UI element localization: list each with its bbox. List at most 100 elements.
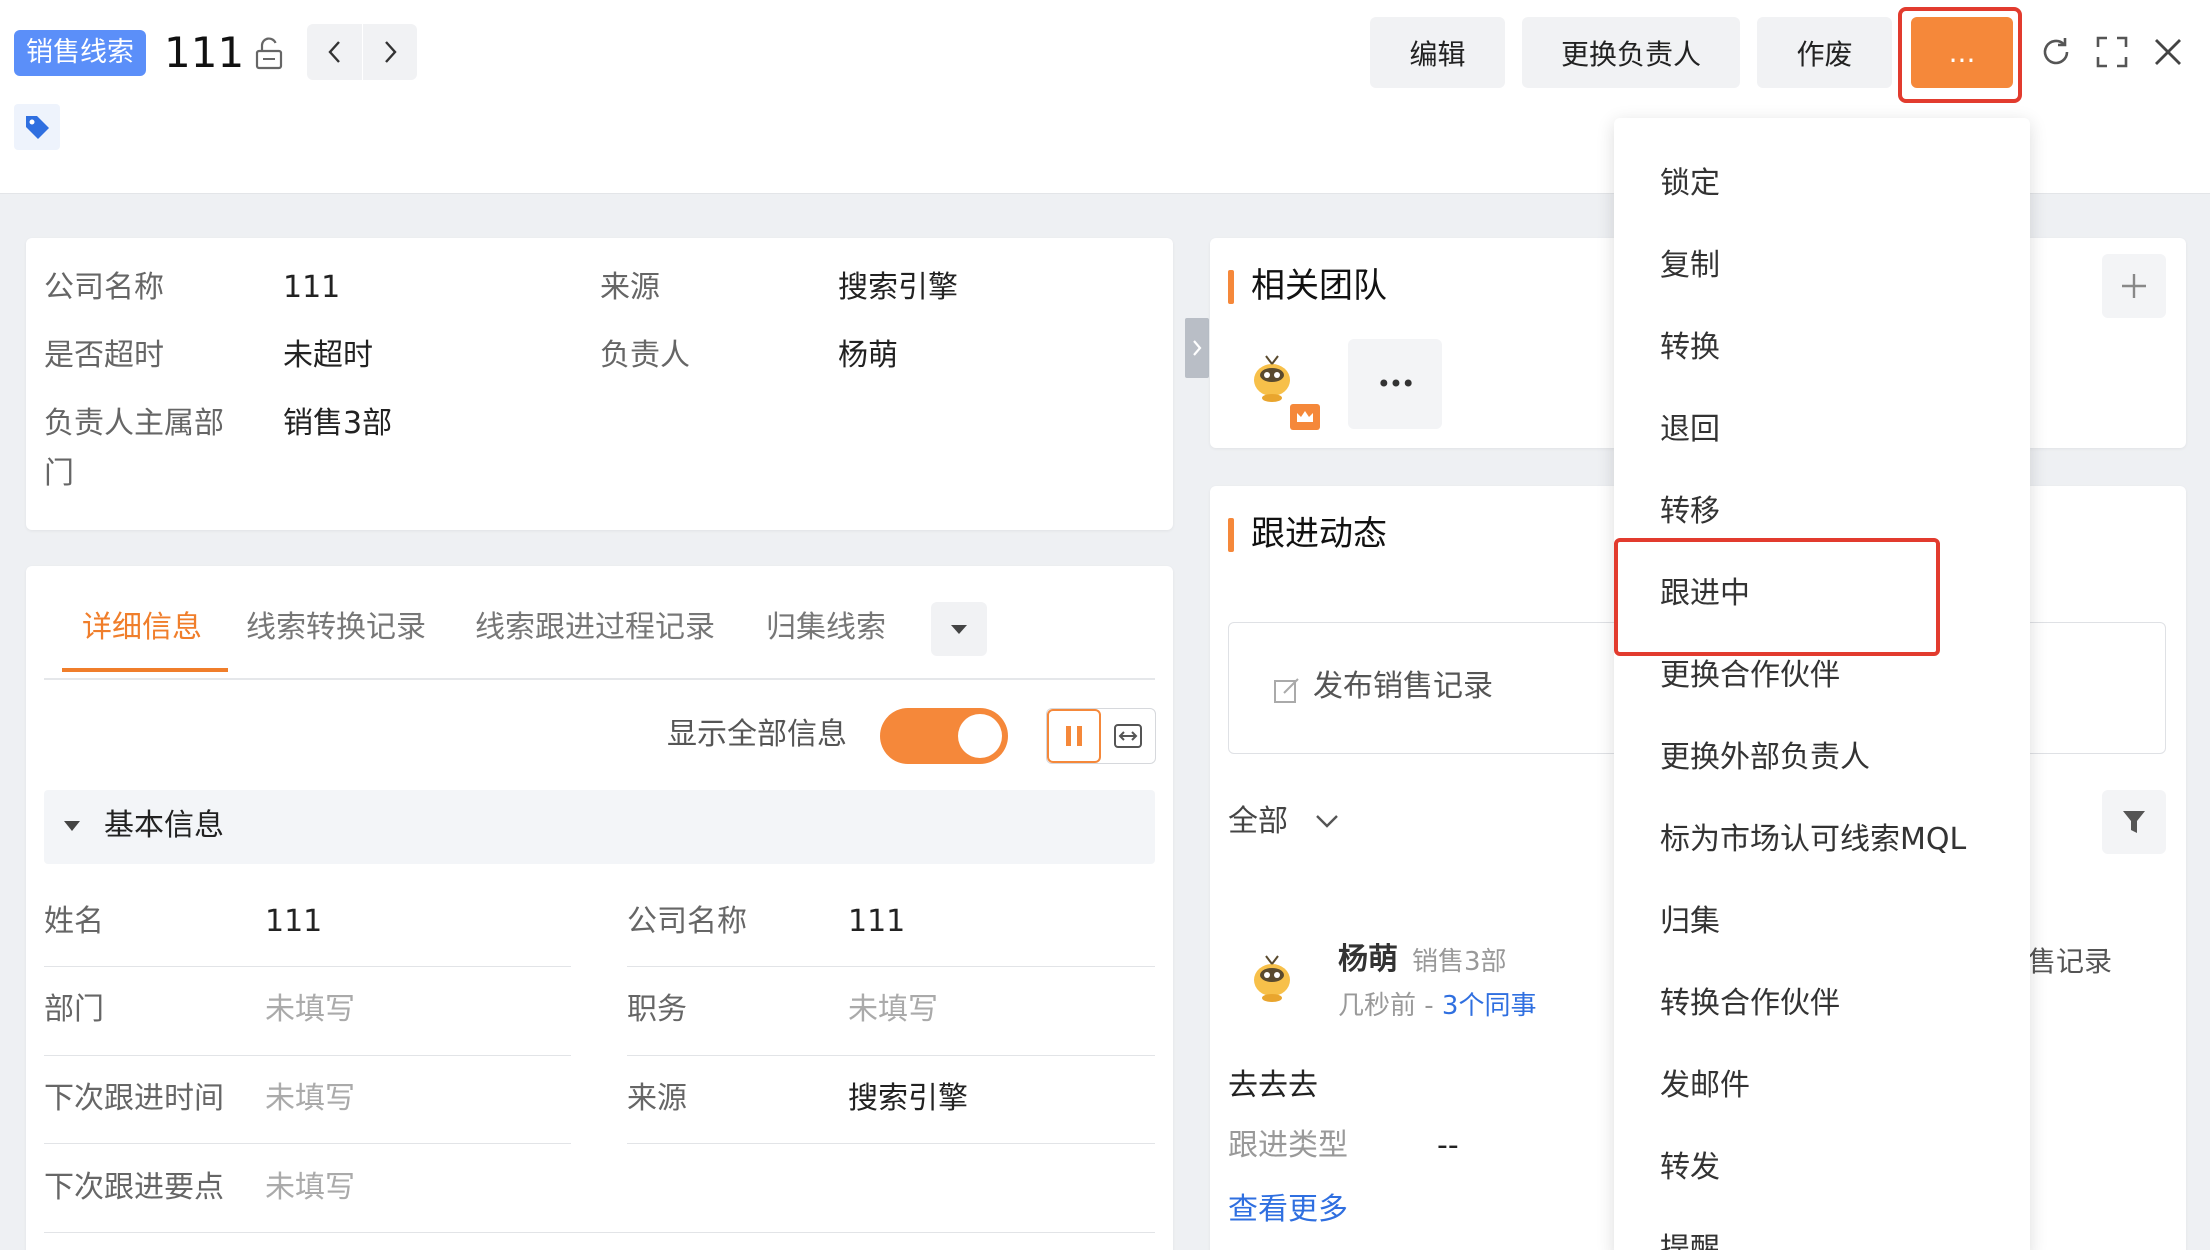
- summary-dept-label: 负责人主属部: [44, 406, 224, 441]
- record-title: 111: [164, 28, 245, 77]
- pause-columns-icon: [1066, 726, 1083, 746]
- row-divider: [627, 1143, 1155, 1144]
- activity-time: 几秒前 - 3个同事: [1338, 986, 1536, 1026]
- menu-item-send-email[interactable]: 发邮件: [1660, 1064, 1750, 1108]
- change-owner-button[interactable]: 更换负责人: [1522, 17, 1740, 88]
- menu-item-convert-partner[interactable]: 转换合作伙伴: [1660, 982, 1840, 1026]
- field-position-label: 职务: [627, 992, 687, 1027]
- record-pager: [307, 24, 417, 80]
- menu-item-transfer[interactable]: 转移: [1660, 490, 1720, 534]
- row-divider: [44, 1232, 1155, 1233]
- previous-record-button[interactable]: [307, 24, 362, 80]
- menu-item-mark-mql[interactable]: 标为市场认可线索MQL: [1660, 818, 1966, 862]
- row-divider: [44, 966, 571, 967]
- summary-dept-value: 销售3部: [283, 406, 393, 441]
- summary-source-value: 搜索引擎: [838, 270, 958, 305]
- basic-info-section-header[interactable]: 基本信息: [44, 790, 1155, 864]
- colleagues-link[interactable]: 3个同事: [1442, 991, 1537, 1021]
- funnel-icon: [2123, 811, 2145, 833]
- layout-switcher: [1046, 708, 1156, 764]
- close-icon[interactable]: [2150, 34, 2186, 70]
- related-team-title: 相关团队: [1251, 266, 1387, 306]
- title-accent-bar: [1228, 270, 1234, 304]
- field-next-followup-time-label: 下次跟进时间: [44, 1081, 224, 1116]
- ellipsis-icon: •••: [1376, 370, 1415, 398]
- activity-time-text: 几秒前 -: [1338, 991, 1442, 1021]
- team-more-button[interactable]: •••: [1348, 339, 1442, 429]
- team-member-avatar[interactable]: [1244, 350, 1300, 406]
- fullscreen-icon[interactable]: [2094, 34, 2130, 70]
- edit-note-icon: [1274, 678, 1299, 703]
- menu-item-change-partner[interactable]: 更换合作伙伴: [1660, 654, 1840, 698]
- summary-owner-value: 杨萌: [838, 338, 898, 373]
- tab-merged-leads[interactable]: 归集线索: [766, 606, 886, 650]
- menu-item-copy[interactable]: 复制: [1660, 244, 1720, 288]
- add-team-member-button[interactable]: [2102, 254, 2166, 318]
- expand-horizontal-icon: [1114, 724, 1143, 748]
- collapse-side-panel-handle[interactable]: [1185, 318, 1209, 378]
- summary-company-label: 公司名称: [44, 270, 164, 305]
- user-avatar[interactable]: [1244, 950, 1300, 1006]
- basic-info-title: 基本信息: [104, 808, 224, 843]
- activity-user-dept: 销售3部: [1412, 947, 1507, 977]
- show-all-info-label: 显示全部信息: [667, 717, 847, 752]
- menu-item-lock[interactable]: 锁定: [1660, 162, 1720, 206]
- tab-detail-info[interactable]: 详细信息: [82, 606, 202, 650]
- followup-type-value: --: [1437, 1128, 1459, 1163]
- object-type-badge: 销售线索: [14, 30, 146, 76]
- tab-conversion-records[interactable]: 线索转换记录: [246, 606, 426, 650]
- two-column-layout-button[interactable]: [1047, 709, 1102, 763]
- menu-item-convert[interactable]: 转换: [1660, 326, 1720, 370]
- menu-item-return[interactable]: 退回: [1660, 408, 1720, 452]
- row-divider: [627, 1055, 1155, 1056]
- field-company-label: 公司名称: [627, 904, 747, 939]
- see-more-link[interactable]: 查看更多: [1228, 1188, 1348, 1232]
- chevron-down-icon[interactable]: [1314, 812, 1340, 830]
- activity-user-name[interactable]: 杨萌: [1338, 938, 1398, 982]
- show-all-info-toggle[interactable]: [880, 708, 1008, 764]
- field-name-label: 姓名: [44, 904, 104, 939]
- field-next-followup-points-value: 未填写: [265, 1170, 355, 1205]
- menu-item-merge[interactable]: 归集: [1660, 900, 1720, 944]
- menu-item-forward[interactable]: 转发: [1660, 1146, 1720, 1190]
- caret-down-icon: [64, 821, 80, 831]
- full-width-layout-button[interactable]: [1101, 709, 1155, 763]
- tab-followup-process-records[interactable]: 线索跟进过程记录: [475, 606, 715, 650]
- chevron-right-icon: [1193, 340, 1202, 356]
- next-record-button[interactable]: [362, 24, 417, 80]
- activity-content: 去去去: [1228, 1068, 1318, 1103]
- row-divider: [627, 966, 1155, 967]
- tag-icon[interactable]: [14, 104, 60, 150]
- menu-item-remind[interactable]: 提醒: [1660, 1228, 1720, 1250]
- title-accent-bar: [1228, 518, 1234, 552]
- tabs-overflow-button[interactable]: [931, 602, 987, 656]
- summary-dept-label-wrap: 门: [44, 456, 74, 491]
- summary-source-label: 来源: [600, 270, 660, 305]
- activity-filter-label[interactable]: 全部: [1228, 800, 1288, 844]
- unlock-icon[interactable]: [252, 36, 286, 70]
- plus-icon: [2122, 274, 2146, 298]
- field-position-value: 未填写: [848, 992, 938, 1027]
- field-department-value: 未填写: [265, 992, 355, 1027]
- field-next-followup-points-label: 下次跟进要点: [44, 1170, 224, 1205]
- summary-overtime-label: 是否超时: [44, 338, 164, 373]
- row-divider: [44, 1143, 571, 1144]
- edit-button[interactable]: 编辑: [1370, 17, 1505, 88]
- followup-type-label: 跟进类型: [1228, 1128, 1348, 1163]
- refresh-icon[interactable]: [2038, 34, 2074, 70]
- field-department-label: 部门: [44, 992, 104, 1027]
- filter-button[interactable]: [2102, 790, 2166, 854]
- field-company-value: 111: [848, 904, 906, 939]
- toggle-knob: [958, 714, 1002, 758]
- summary-company-value: 111: [283, 270, 341, 305]
- more-actions-button[interactable]: ...: [1911, 17, 2013, 88]
- summary-overtime-value: 未超时: [283, 338, 373, 373]
- active-tab-indicator: [62, 668, 228, 672]
- crown-icon: [1290, 404, 1320, 430]
- field-name-value: 111: [265, 904, 323, 939]
- void-button[interactable]: 作废: [1757, 17, 1892, 88]
- field-source-label: 来源: [627, 1081, 687, 1116]
- menu-item-change-external-owner[interactable]: 更换外部负责人: [1660, 736, 1870, 780]
- field-next-followup-time-value: 未填写: [265, 1081, 355, 1116]
- menu-item-highlight: [1614, 538, 1940, 656]
